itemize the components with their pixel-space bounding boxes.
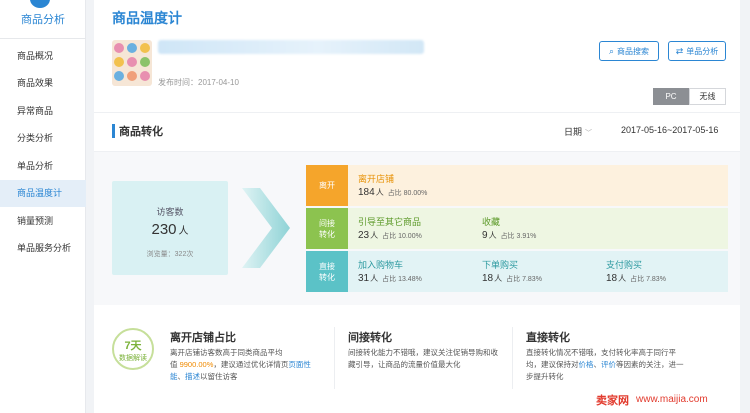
swap-icon: ⇄ (675, 46, 684, 56)
metric-title: 收藏 (482, 217, 501, 227)
card-indirect-desc: 间接转化能力不错哦，建议关注促销导购和收藏引导，让商品的流量价值最大化 (348, 348, 498, 369)
sidebar-item-service[interactable]: 单品服务分析 (0, 235, 86, 262)
description-link[interactable]: 描述 (185, 372, 200, 381)
product-image[interactable] (112, 40, 152, 86)
sidebar-item-item-analysis[interactable]: 单品分析 (0, 153, 86, 180)
visitors-label: 访客数 (156, 207, 184, 217)
tab-wireless[interactable]: 无线 (689, 88, 726, 105)
flow-arrow-icon (242, 188, 290, 268)
sidebar-item-overview[interactable]: 商品概况 (0, 43, 86, 70)
visitors-card: 访客数 230 人 浏览量：322次 (112, 181, 228, 275)
data-insight-badge: 7天 数据解读 (112, 328, 154, 370)
product-name-redacted (158, 40, 424, 54)
row-label-leave: 离开 (306, 165, 348, 206)
row-indirect: 间接转化 引导至其它商品 23人 占比 10.00% 收藏 9人 占比 3.91% (306, 208, 728, 249)
main-panel: 商品温度计 发布时间：2017-04-10 ⌕ 商品搜索 ⇄ 单品分析 PC 无线 … (94, 0, 740, 413)
row-leave: 离开 离开店铺 184人 占比 80.00% (306, 165, 728, 206)
sidebar-item-abnormal[interactable]: 异常商品 (0, 98, 86, 125)
chevron-down-icon: ﹀ (585, 130, 593, 137)
row-label-direct: 直接转化 (306, 251, 348, 292)
row-body-direct: 加入购物车 31人 占比 13.48% 下单购买 18人 占比 7.83% 支付购买… (348, 251, 728, 292)
date-range: 2017-05-16~2017-05-16 (621, 125, 719, 135)
item-analysis-button[interactable]: ⇄ 单品分析 (668, 41, 726, 61)
module-logo-icon (30, 0, 50, 8)
page-performance-link-cont[interactable]: 能 (170, 372, 178, 381)
sidebar-item-effect[interactable]: 商品效果 (0, 70, 86, 97)
price-link[interactable]: 价格 (579, 360, 594, 369)
visitors-count: 230 人 (151, 221, 189, 238)
search-icon: ⌕ (608, 46, 615, 56)
metric-title: 引导至其它商品 (358, 217, 422, 227)
card-direct-title: 直接转化 (526, 332, 570, 344)
product-search-button[interactable]: ⌕ 商品搜索 (599, 41, 659, 61)
metric-value: 18人 占比 7.83% (606, 273, 666, 284)
metric-title: 支付购买 (606, 260, 643, 270)
metric-value: 184人 占比 80.00% (358, 187, 428, 198)
card-indirect-title: 间接转化 (348, 332, 392, 344)
conversion-flow: 访客数 230 人 浏览量：322次 离开 离开店铺 184人 占比 80.00% (94, 152, 740, 305)
date-dropdown[interactable]: 日期 ﹀ (564, 125, 592, 138)
item-analysis-label: 单品分析 (686, 47, 719, 56)
pageviews: 浏览量：322次 (146, 251, 194, 258)
section-header: 商品转化 日期 ﹀ 2017-05-16~2017-05-16 (94, 112, 740, 152)
tab-pc[interactable]: PC (653, 88, 689, 105)
watermark-url: www.maijia.com (636, 394, 708, 405)
review-link[interactable]: 评价 (601, 360, 616, 369)
metric-title: 离开店铺 (358, 174, 395, 184)
metric-value: 18人 占比 7.83% (482, 273, 542, 284)
metric-title: 加入购物车 (358, 260, 404, 270)
metric-value: 9人 占比 3.91% (482, 230, 537, 241)
sidebar-title: 商品分析 (21, 14, 65, 26)
metric-value: 31人 占比 13.48% (358, 273, 422, 284)
divider (512, 327, 513, 389)
section-title: 商品转化 (119, 126, 163, 138)
date-dropdown-label: 日期 (564, 127, 583, 137)
sidebar-item-category[interactable]: 分类分析 (0, 125, 86, 152)
sidebar: 商品分析 商品概况 商品效果 异常商品 分类分析 单品分析 商品温度计 销量预测… (0, 0, 86, 413)
page-title: 商品温度计 (112, 10, 182, 26)
badge-days: 7天 (124, 340, 142, 352)
sidebar-item-forecast[interactable]: 销量预测 (0, 208, 86, 235)
page-header: 商品温度计 发布时间：2017-04-10 ⌕ 商品搜索 ⇄ 单品分析 PC 无线 (94, 0, 740, 112)
sidebar-item-thermometer[interactable]: 商品温度计 (0, 180, 86, 207)
sidebar-divider (0, 38, 86, 39)
row-direct: 直接转化 加入购物车 31人 占比 13.48% 下单购买 18人 占比 7.83%… (306, 251, 728, 292)
product-search-label: 商品搜索 (617, 47, 650, 56)
page-performance-link[interactable]: 页面性 (288, 360, 311, 369)
row-label-indirect: 间接转化 (306, 208, 348, 249)
card-direct-desc: 直接转化情况不错哦，支付转化率高于同行平均，建议保持对价格、评价等因素的关注，进… (526, 348, 684, 381)
badge-text: 数据解读 (119, 355, 147, 362)
section-accent (112, 124, 115, 138)
publish-time: 发布时间：2017-04-10 (158, 78, 239, 87)
watermark-logo: 卖家网 (596, 395, 629, 407)
metric-title: 下单购买 (482, 260, 519, 270)
leave-ratio-value: 9900.00% (179, 360, 214, 369)
divider (334, 327, 335, 389)
metric-value: 23人 占比 10.00% (358, 230, 422, 241)
card-leave-desc: 离开店铺访客数高于同类商品平均 值 9900.00%，建议通过优化详情页页面性 … (170, 348, 311, 381)
row-body-indirect: 引导至其它商品 23人 占比 10.00% 收藏 9人 占比 3.91% (348, 208, 728, 249)
row-body-leave: 离开店铺 184人 占比 80.00% (348, 165, 728, 206)
card-leave-title: 离开店铺占比 (170, 332, 236, 344)
